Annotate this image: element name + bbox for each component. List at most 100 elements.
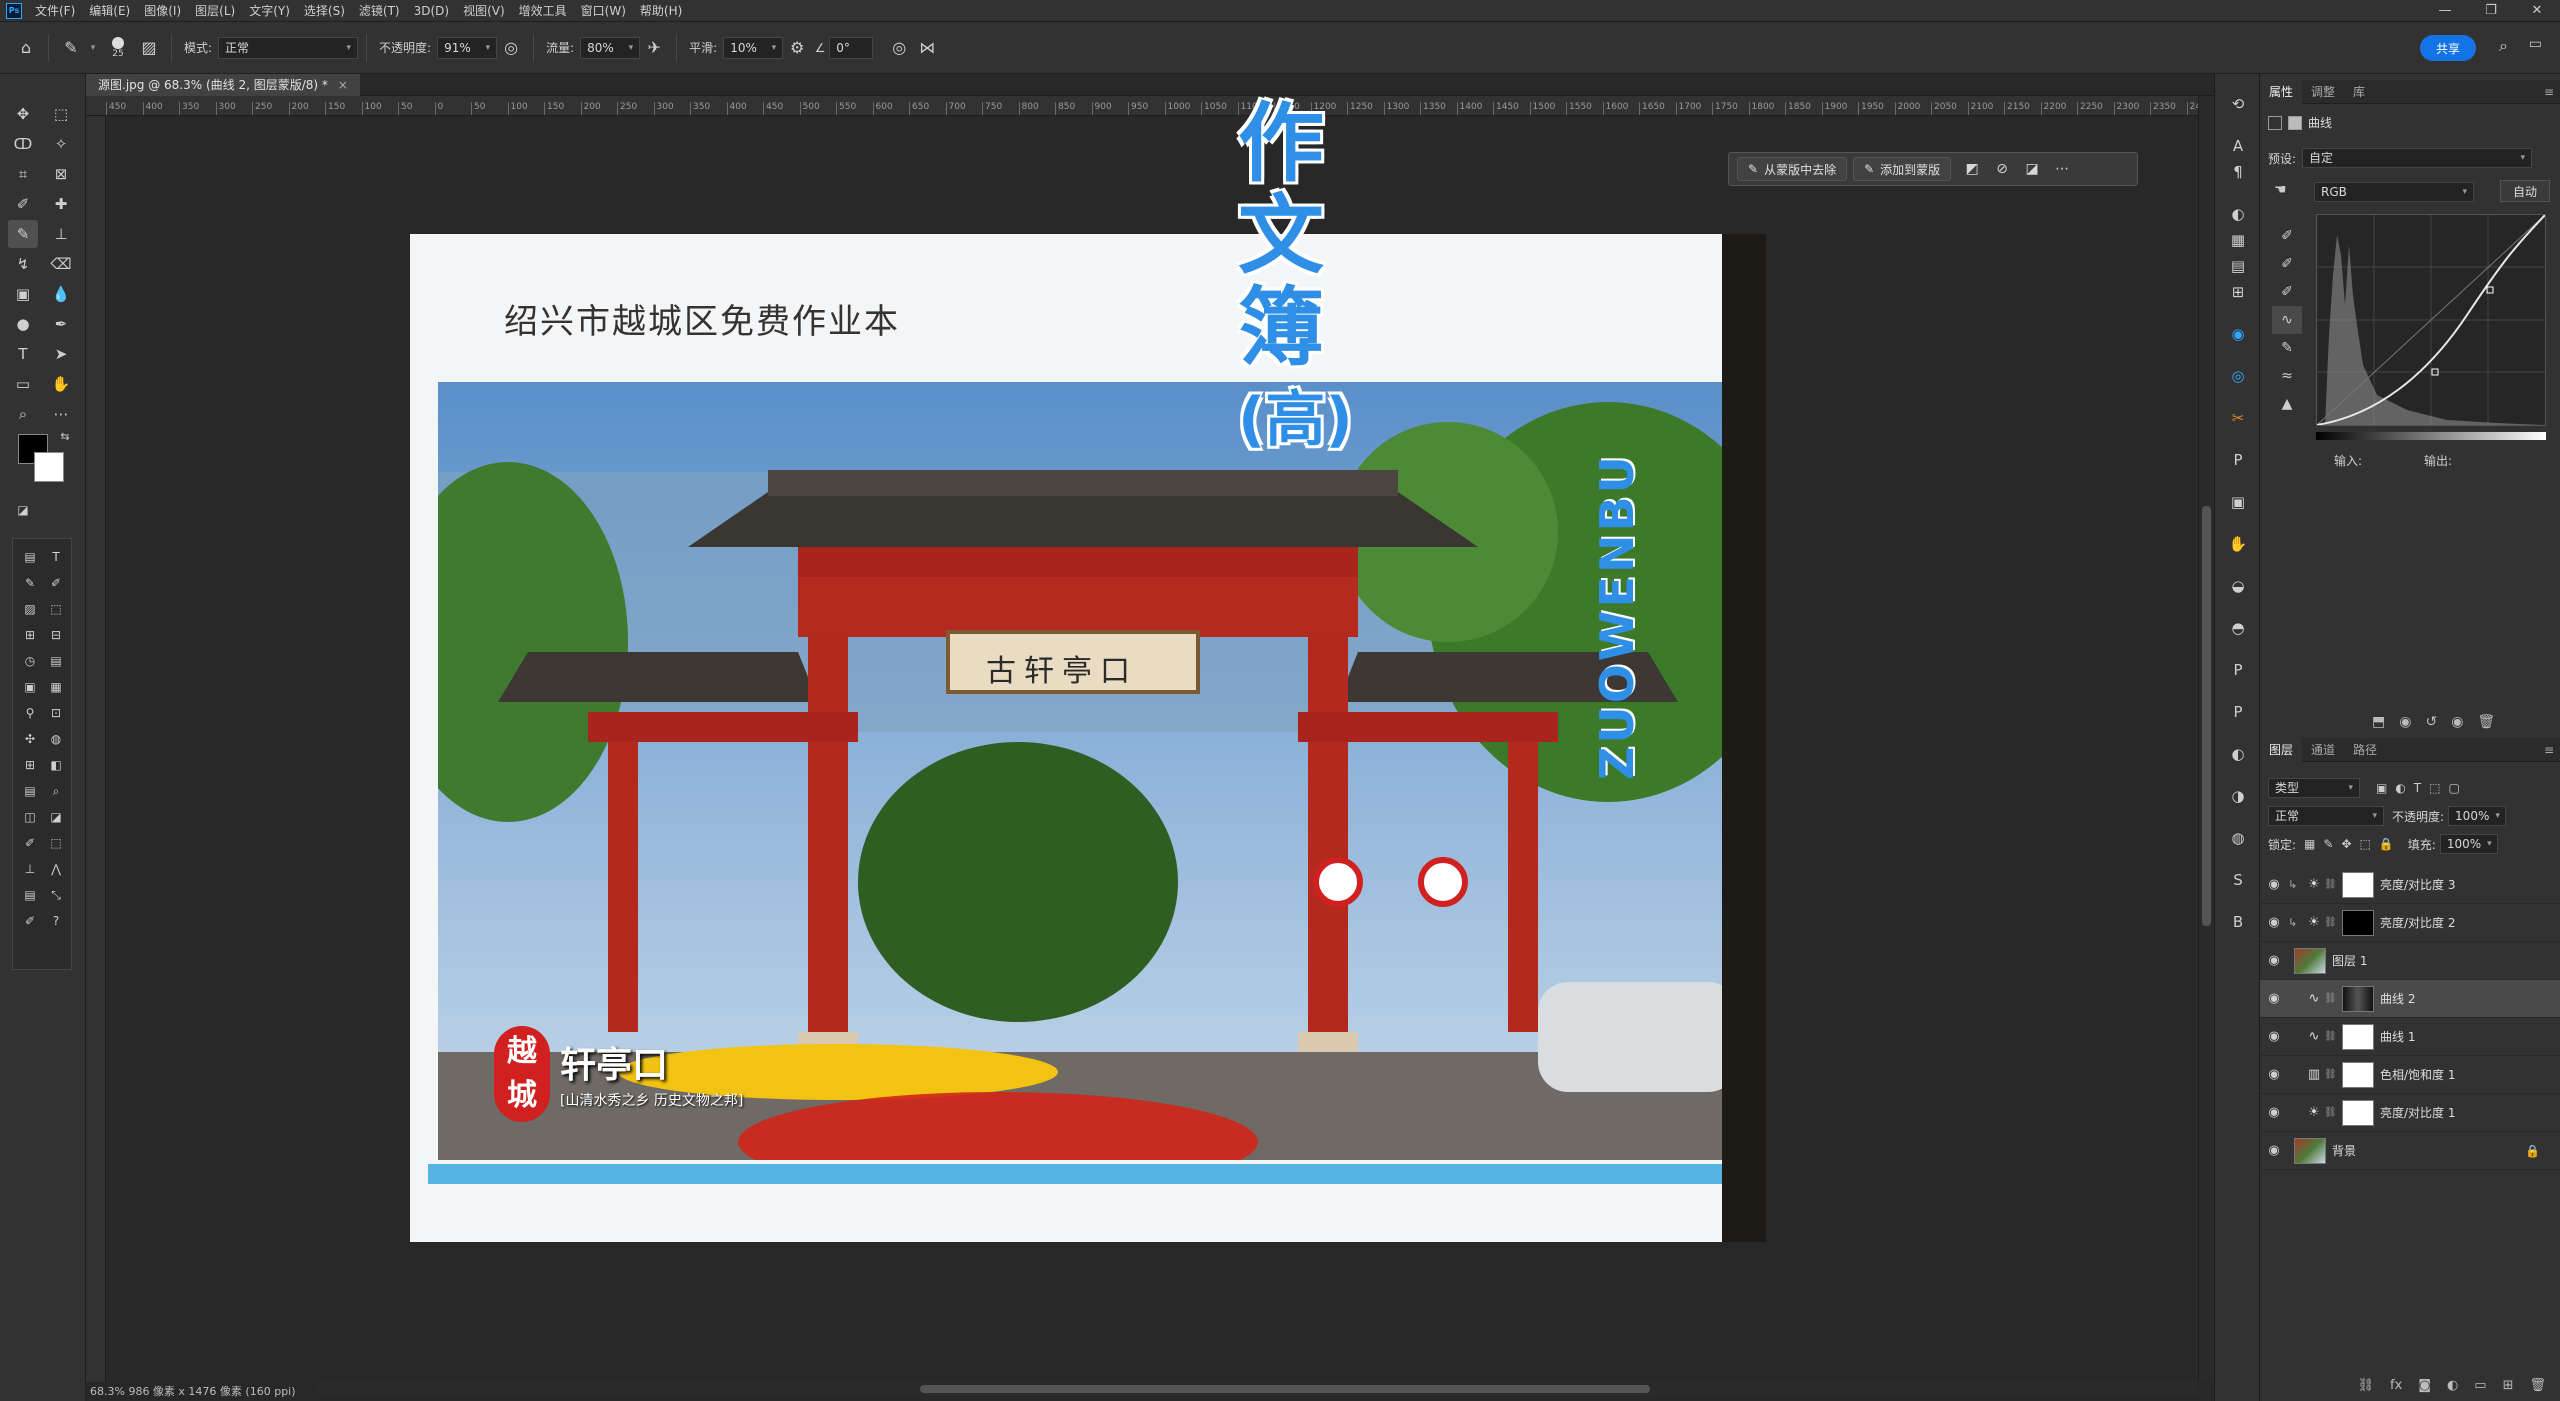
menu-select[interactable]: 选择(S)	[297, 0, 352, 22]
panel-menu-icon[interactable]: ≡	[2544, 743, 2554, 757]
tab-channels[interactable]: 通道	[2302, 738, 2344, 762]
plugin-icon[interactable]: ◍	[2223, 824, 2253, 852]
mode-select[interactable]: 正常 ▾	[218, 36, 359, 59]
marquee-tool-icon[interactable]: ⬚	[46, 100, 76, 128]
layer-thumbnail[interactable]	[2294, 947, 2326, 974]
new-layer-icon[interactable]: ⊞	[2503, 1378, 2514, 1393]
pressure-opacity-icon[interactable]: ◎	[497, 34, 525, 62]
menu-plugins[interactable]: 增效工具	[512, 0, 574, 22]
brush-panel-icon[interactable]: ✋	[2223, 530, 2253, 558]
smooth-curve-icon[interactable]: ≈	[2272, 362, 2302, 390]
tool-slot-icon[interactable]: ⤡	[41, 881, 71, 909]
smoothing-input[interactable]: 10% ▾	[723, 36, 784, 59]
tool-slot-icon[interactable]: ⊡	[41, 699, 71, 727]
visibility-eye-icon[interactable]: ◉	[2260, 915, 2288, 930]
visibility-icon[interactable]: ◉	[2451, 714, 2463, 730]
target-adjust-icon[interactable]: ☚	[2274, 182, 2287, 198]
eraser-tool-icon[interactable]: ⌫	[46, 250, 76, 278]
visibility-eye-icon[interactable]: ◉	[2260, 1067, 2288, 1082]
new-group-icon[interactable]: ▭	[2474, 1378, 2486, 1393]
dodge-tool-icon[interactable]: ●	[8, 310, 38, 338]
workspace-icon[interactable]: ▭	[2529, 36, 2542, 52]
add-mask-icon[interactable]: ◙	[2418, 1378, 2431, 1393]
curves-graph[interactable]	[2316, 214, 2546, 426]
adjustments-panel-icon[interactable]: ◉	[2223, 320, 2253, 348]
mask-icon[interactable]	[2288, 115, 2302, 130]
paths-panel-icon[interactable]: P	[2223, 446, 2253, 474]
brush-settings-icon[interactable]: ▨	[135, 34, 163, 62]
plugin-icon[interactable]: S	[2223, 866, 2253, 894]
close-window-button[interactable]: ✕	[2514, 0, 2560, 22]
view-previous-icon[interactable]: ◉	[2399, 714, 2411, 730]
menu-3d[interactable]: 3D(D)	[407, 0, 456, 22]
crop-tool-icon[interactable]: ⌗	[8, 160, 38, 188]
airbrush-icon[interactable]: ✈	[640, 34, 668, 62]
layer-row[interactable]: ◉ 背景 🔒	[2260, 1132, 2560, 1170]
layer-opacity-input[interactable]: 100% ▾	[2448, 806, 2507, 826]
sample-gray-eyedropper-icon[interactable]: ✐	[2272, 250, 2302, 278]
curve-point-icon[interactable]: ∿	[2272, 306, 2302, 334]
tool-slot-icon[interactable]: ▤	[41, 647, 71, 675]
default-colors-icon[interactable]: ◪	[8, 496, 38, 524]
close-tab-icon[interactable]: ×	[338, 74, 348, 96]
link-icon[interactable]: ⛓	[2324, 1031, 2337, 1042]
layer-row[interactable]: ◉ ☀ ⛓ 亮度/对比度 1	[2260, 1094, 2560, 1132]
document-tab[interactable]: 源图.jpg @ 68.3% (曲线 2, 图层蒙版/8) * ×	[86, 74, 360, 96]
tool-slot-icon[interactable]: ▦	[41, 673, 71, 701]
tab-adjustments[interactable]: 调整	[2302, 80, 2344, 104]
healing-brush-tool-icon[interactable]: ✚	[46, 190, 76, 218]
layer-mask-thumbnail[interactable]	[2342, 985, 2374, 1012]
menu-file[interactable]: 文件(F)	[28, 0, 82, 22]
menu-layer[interactable]: 图层(L)	[188, 0, 242, 22]
auto-button[interactable]: 自动	[2500, 180, 2550, 202]
menu-help[interactable]: 帮助(H)	[633, 0, 689, 22]
brush-preset-picker[interactable]: 25	[101, 34, 135, 62]
hand-tool-icon[interactable]: ✋	[46, 370, 76, 398]
link-icon[interactable]: ⛓	[2324, 917, 2337, 928]
type-tool-icon[interactable]: T	[8, 340, 38, 368]
menu-edit[interactable]: 编辑(E)	[82, 0, 137, 22]
visibility-eye-icon[interactable]: ◉	[2260, 991, 2288, 1006]
layer-filter-icons[interactable]: ▣◐T⬚▢	[2376, 781, 2468, 795]
clone-source-icon[interactable]: ◒	[2223, 572, 2253, 600]
link-icon[interactable]: ⛓	[2324, 1107, 2337, 1118]
trash-icon[interactable]: 🗑	[2529, 1378, 2546, 1393]
tool-slot-icon[interactable]: ⋀	[41, 855, 71, 883]
tool-slot-icon[interactable]: ⬚	[41, 595, 71, 623]
invert-mask-icon[interactable]: ◪	[2017, 157, 2047, 181]
fx-icon[interactable]: fx	[2390, 1378, 2402, 1393]
pen-tool-icon[interactable]: ✒	[46, 310, 76, 338]
pencil-curve-icon[interactable]: ✎	[2272, 334, 2302, 362]
tool-slot-icon[interactable]: ⬚	[41, 829, 71, 857]
menu-type[interactable]: 文字(Y)	[242, 0, 297, 22]
layer-mask-thumbnail[interactable]	[2342, 871, 2374, 898]
tool-slot-icon[interactable]: ◧	[41, 751, 71, 779]
visibility-eye-icon[interactable]: ◉	[2260, 1143, 2288, 1158]
plugin-icon[interactable]: ◑	[2223, 782, 2253, 810]
patterns-panel-icon[interactable]: ⊞	[2223, 278, 2253, 306]
paragraph-panel-icon[interactable]: ¶	[2223, 158, 2253, 186]
link-icon[interactable]: ⛓	[2324, 879, 2337, 890]
lasso-tool-icon[interactable]: ↀ	[8, 130, 38, 158]
plugin-icon[interactable]: ◓	[2223, 614, 2253, 642]
panel-menu-icon[interactable]: ≡	[2544, 85, 2554, 99]
share-button[interactable]: 共享	[2420, 35, 2476, 61]
visibility-eye-icon[interactable]: ◉	[2260, 1029, 2288, 1044]
trash-icon[interactable]: 🗑	[2477, 714, 2495, 730]
type-tool-icon[interactable]: T	[41, 543, 71, 571]
restore-button[interactable]: ❐	[2468, 0, 2514, 22]
flow-input[interactable]: 80% ▾	[580, 36, 641, 59]
horizontal-scrollbar[interactable]	[106, 1382, 2198, 1396]
help-icon[interactable]: ?	[41, 907, 71, 935]
lock-icons[interactable]: ▦✎✥⬚🔒	[2304, 837, 2402, 851]
blend-mode-select[interactable]: 正常 ▾	[2268, 806, 2384, 826]
tab-paths[interactable]: 路径	[2344, 738, 2386, 762]
frame-tool-icon[interactable]: ⊠	[46, 160, 76, 188]
link-layers-icon[interactable]: ⛓	[2358, 1378, 2375, 1393]
character-panel-icon[interactable]: A	[2223, 132, 2253, 160]
mask-options-icon[interactable]: ◩	[1957, 157, 1987, 181]
layer-row[interactable]: ◉ ↳ ☀ ⛓ 亮度/对比度 3	[2260, 866, 2560, 904]
reset-icon[interactable]: ↺	[2425, 714, 2437, 730]
swatches-panel-icon[interactable]: ▦	[2223, 226, 2253, 254]
eyedropper-tool-icon[interactable]: ✐	[8, 190, 38, 218]
